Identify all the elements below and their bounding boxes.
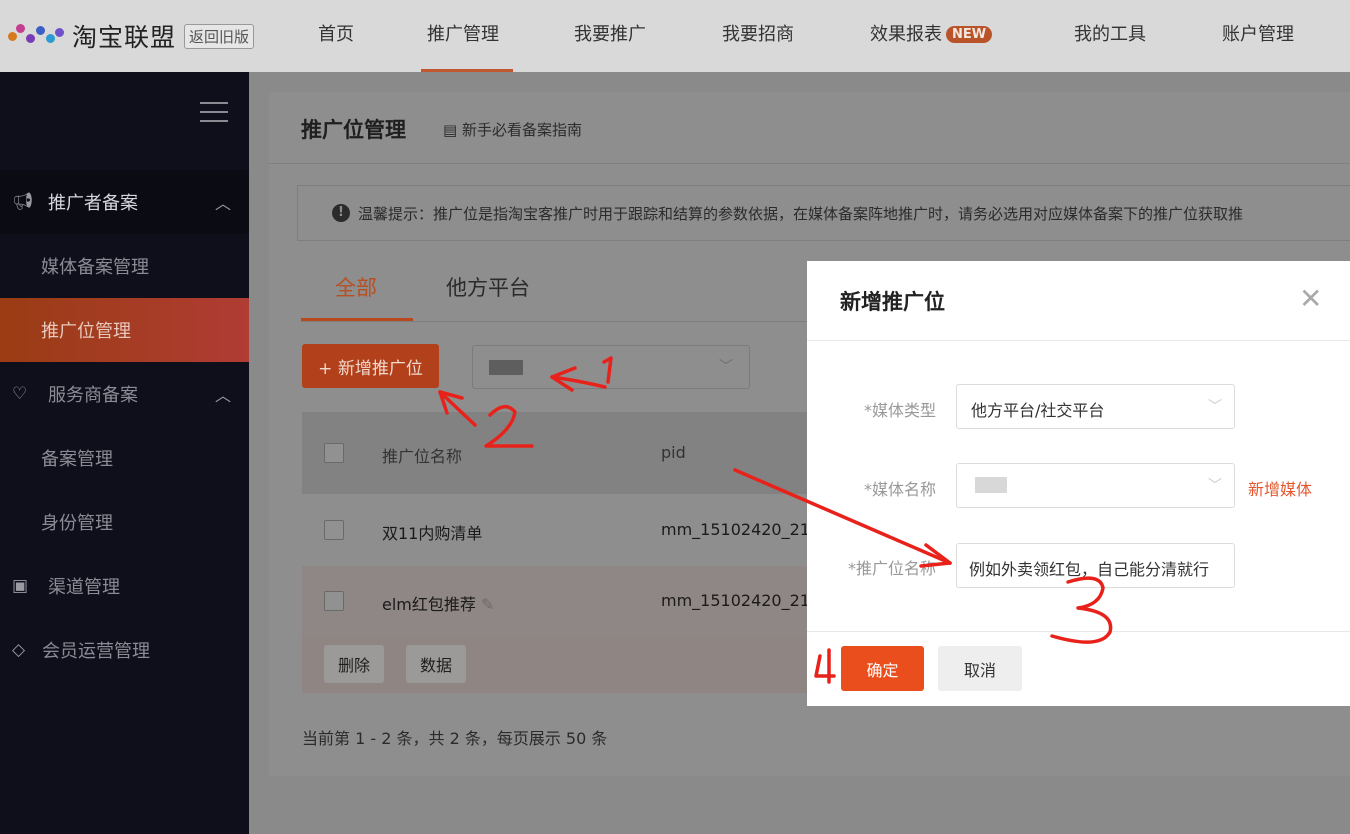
tab-other-platform[interactable]: 他方平台 <box>446 272 530 302</box>
nav-active-indicator <box>421 69 513 72</box>
media-filter-select[interactable]: ﹀ <box>472 345 750 389</box>
info-icon: ! <box>332 204 350 222</box>
sidebar-section-label: 会员运营管理 <box>42 641 150 662</box>
sidebar-section-promoter[interactable]: 📢︎ 推广者备案 ︿ <box>0 170 249 234</box>
sidebar-item-filing[interactable]: 备案管理 <box>0 426 249 490</box>
media-type-select[interactable]: 他方平台/社交平台 ﹀ <box>956 384 1235 429</box>
adzone-name-placeholder: 例如外卖领红包，自己能分清就行 <box>969 560 1210 579</box>
adzone-name-text: elm红包推荐 <box>382 595 476 614</box>
guide-link[interactable]: ▤ 新手必看备案指南 <box>443 119 582 140</box>
logo[interactable]: 淘宝联盟 返回旧版 <box>8 18 255 54</box>
media-type-value: 他方平台/社交平台 <box>971 401 1105 420</box>
sidebar-item-identity[interactable]: 身份管理 <box>0 490 249 554</box>
nav-account[interactable]: 账户管理 <box>1222 20 1294 46</box>
data-button[interactable]: 数据 <box>406 645 467 683</box>
table-row: elm红包推荐 ✎ mm_15102420_213 <box>302 566 820 639</box>
logo-dots-icon <box>8 22 66 50</box>
adzone-name: 双11内购清单 <box>382 524 483 543</box>
column-header-pid: pid <box>661 443 686 462</box>
nav-reports-label: 效果报表 <box>870 24 942 45</box>
media-type-label: *媒体类型 <box>863 401 936 420</box>
close-icon[interactable]: ✕ <box>1299 285 1322 313</box>
page-title: 推广位管理 <box>301 118 406 142</box>
sidebar-section-label: 渠道管理 <box>48 577 120 598</box>
delete-button[interactable]: 删除 <box>324 645 385 683</box>
new-media-link[interactable]: 新增媒体 <box>1248 476 1312 500</box>
old-version-button[interactable]: 返回旧版 <box>184 23 255 49</box>
media-name-select[interactable]: ﹀ <box>956 463 1235 508</box>
top-navbar: 淘宝联盟 返回旧版 首页 推广管理 我要推广 我要招商 效果报表 NEW 我的工具… <box>0 0 1350 72</box>
media-name-label: *媒体名称 <box>863 480 936 499</box>
dialog-divider <box>807 340 1350 341</box>
adzone-name-input[interactable]: 例如外卖领红包，自己能分清就行 <box>956 543 1235 588</box>
adzone-name: elm红包推荐 ✎ <box>382 591 494 615</box>
diamond-icon: ◇ <box>12 640 26 660</box>
new-badge: NEW <box>946 26 993 43</box>
nav-promote[interactable]: 我要推广 <box>574 20 646 46</box>
sidebar-section-provider[interactable]: ♡ 服务商备案 ︿ <box>0 362 249 426</box>
nav-reports[interactable]: 效果报表 NEW <box>870 20 993 46</box>
chart-icon: ▣ <box>12 576 29 596</box>
add-adzone-dialog: 新增推广位 ✕ *媒体类型 他方平台/社交平台 ﹀ *媒体名称 ﹀ 新增媒体 *… <box>807 261 1350 706</box>
chevron-down-icon: ﹀ <box>719 359 733 375</box>
nav-promotion-management[interactable]: 推广管理 <box>427 20 499 46</box>
tab-all[interactable]: 全部 <box>335 272 377 302</box>
dialog-title: 新增推广位 <box>840 290 945 314</box>
chevron-up-icon: ︿ <box>214 194 231 213</box>
menu-toggle-icon[interactable] <box>200 102 228 129</box>
select-all-checkbox[interactable] <box>324 443 344 463</box>
nav-merchant[interactable]: 我要招商 <box>722 20 794 46</box>
bulk-actions: 删除 数据 <box>302 637 807 693</box>
nav-home[interactable]: 首页 <box>318 20 354 46</box>
blurred-value <box>489 360 523 375</box>
adzone-pid: mm_15102420_213 <box>661 520 821 539</box>
logo-text: 淘宝联盟 <box>72 23 177 52</box>
column-header-name: 推广位名称 <box>382 447 463 466</box>
tip-banner: ! 温馨提示：推广位是指淘宝客推广时用于跟踪和结算的参数依据，在媒体备案阵地推广… <box>297 185 1350 241</box>
chevron-down-icon: ﹀ <box>1208 399 1222 415</box>
book-icon: ▤ <box>443 121 462 139</box>
chevron-down-icon: ﹀ <box>1208 478 1222 494</box>
tip-text: 温馨提示：推广位是指淘宝客推广时用于跟踪和结算的参数依据，在媒体备案阵地推广时，… <box>358 204 1244 223</box>
row-checkbox[interactable] <box>324 591 344 611</box>
chevron-up-icon: ︿ <box>214 386 231 405</box>
nav-tools[interactable]: 我的工具 <box>1074 20 1146 46</box>
adzone-name-label: *推广位名称 <box>847 559 936 578</box>
table-header: 推广位名称 pid <box>302 412 807 494</box>
add-adzone-button[interactable]: + 新增推广位 <box>302 344 439 388</box>
sidebar: 📢︎ 推广者备案 ︿ 媒体备案管理 推广位管理 ♡ 服务商备案 ︿ 备案管理 身… <box>0 72 249 834</box>
confirm-button[interactable]: 确定 <box>841 646 924 691</box>
row-checkbox[interactable] <box>324 520 344 540</box>
sidebar-item-adzone[interactable]: 推广位管理 <box>0 298 249 362</box>
guide-link-label: 新手必看备案指南 <box>461 121 582 139</box>
sidebar-section-label: 服务商备案 <box>48 385 138 406</box>
sidebar-section-label: 推广者备案 <box>48 193 138 214</box>
cancel-button[interactable]: 取消 <box>938 646 1022 691</box>
edit-pencil-icon[interactable]: ✎ <box>481 595 494 614</box>
adzone-pid: mm_15102420_213 <box>661 591 821 610</box>
table-row: 双11内购清单 mm_15102420_213 <box>302 494 820 567</box>
panel-header: 推广位管理 ▤ 新手必看备案指南 <box>269 92 1350 164</box>
megaphone-icon: 📢︎ <box>12 192 34 212</box>
sidebar-section-member[interactable]: ◇ 会员运营管理 <box>0 618 249 682</box>
tab-active-indicator <box>301 318 413 321</box>
sidebar-section-channel[interactable]: ▣ 渠道管理 <box>0 554 249 618</box>
pagination-info: 当前第 1 - 2 条，共 2 条，每页展示 50 条 <box>302 729 608 748</box>
dialog-divider <box>807 631 1350 632</box>
sidebar-item-media-filing[interactable]: 媒体备案管理 <box>0 234 249 298</box>
blurred-value <box>975 477 1007 493</box>
heart-handshake-icon: ♡ <box>12 384 28 404</box>
